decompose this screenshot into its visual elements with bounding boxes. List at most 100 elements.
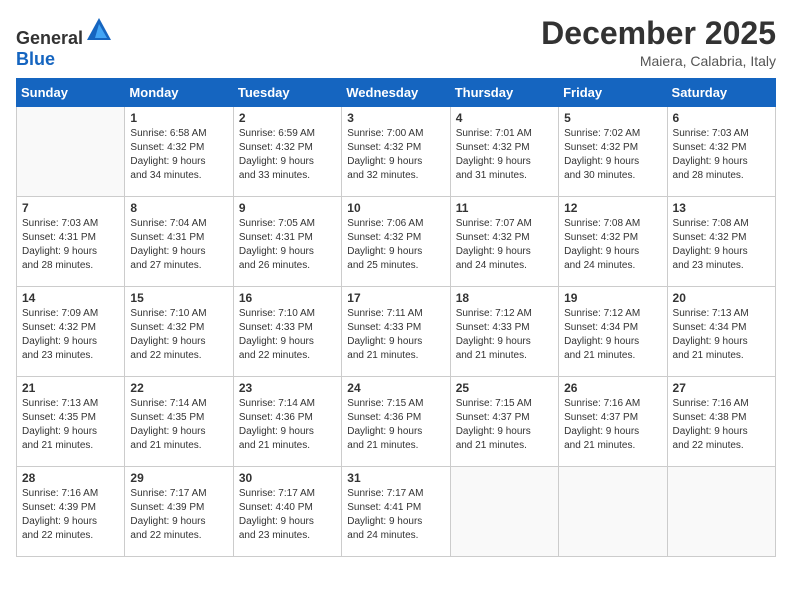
calendar-cell bbox=[450, 467, 558, 557]
calendar-cell: 16 Sunrise: 7:10 AMSunset: 4:33 PMDayligh… bbox=[233, 287, 341, 377]
day-info: Sunrise: 7:13 AMSunset: 4:35 PMDaylight:… bbox=[22, 397, 119, 453]
day-number: 29 bbox=[130, 471, 227, 485]
calendar-cell: 12Sunrise: 7:08 AMSunset: 4:32 PMDayligh… bbox=[559, 197, 667, 287]
calendar-cell: 15Sunrise: 7:10 AMSunset: 4:32 PMDayligh… bbox=[125, 287, 233, 377]
day-info: Sunrise: 7:08 AMSunset: 4:32 PMDaylight:… bbox=[673, 217, 770, 273]
day-number: 24 bbox=[347, 381, 444, 395]
day-info: Sunrise: 7:16 AMSunset: 4:38 PMDaylight:… bbox=[673, 397, 770, 453]
calendar-cell: 24 Sunrise: 7:15 AMSunset: 4:36 PMDayligh… bbox=[342, 377, 450, 467]
day-info: Sunrise: 7:12 AMSunset: 4:34 PMDaylight:… bbox=[564, 307, 661, 363]
calendar-cell: 31 Sunrise: 7:17 AMSunset: 4:41 PMDayligh… bbox=[342, 467, 450, 557]
calendar-week-5: 28 Sunrise: 7:16 AMSunset: 4:39 PMDayligh… bbox=[17, 467, 776, 557]
weekday-header-wednesday: Wednesday bbox=[342, 79, 450, 107]
day-number: 4 bbox=[456, 111, 553, 125]
day-number: 17 bbox=[347, 291, 444, 305]
calendar-cell: 23 Sunrise: 7:14 AMSunset: 4:36 PMDayligh… bbox=[233, 377, 341, 467]
calendar-cell: 18Sunrise: 7:12 AMSunset: 4:33 PMDayligh… bbox=[450, 287, 558, 377]
title-block: December 2025 Maiera, Calabria, Italy bbox=[541, 16, 776, 69]
day-info: Sunrise: 7:03 AMSunset: 4:32 PMDaylight:… bbox=[673, 127, 770, 183]
day-info: Sunrise: 7:02 AMSunset: 4:32 PMDaylight:… bbox=[564, 127, 661, 183]
day-info: Sunrise: 7:07 AMSunset: 4:32 PMDaylight:… bbox=[456, 217, 553, 273]
calendar-cell: 14Sunrise: 7:09 AMSunset: 4:32 PMDayligh… bbox=[17, 287, 125, 377]
calendar-cell: 11 Sunrise: 7:07 AMSunset: 4:32 PMDayligh… bbox=[450, 197, 558, 287]
day-info: Sunrise: 7:10 AMSunset: 4:32 PMDaylight:… bbox=[130, 307, 227, 363]
day-number: 20 bbox=[673, 291, 770, 305]
calendar-header-row: SundayMondayTuesdayWednesdayThursdayFrid… bbox=[17, 79, 776, 107]
calendar-cell: 26Sunrise: 7:16 AMSunset: 4:37 PMDayligh… bbox=[559, 377, 667, 467]
calendar-cell: 21 Sunrise: 7:13 AMSunset: 4:35 PMDayligh… bbox=[17, 377, 125, 467]
weekday-header-tuesday: Tuesday bbox=[233, 79, 341, 107]
calendar-cell: 3Sunrise: 7:00 AMSunset: 4:32 PMDaylight… bbox=[342, 107, 450, 197]
logo-blue: Blue bbox=[16, 49, 55, 69]
calendar-body: 1Sunrise: 6:58 AMSunset: 4:32 PMDaylight… bbox=[17, 107, 776, 557]
day-number: 19 bbox=[564, 291, 661, 305]
day-number: 27 bbox=[673, 381, 770, 395]
calendar-cell: 17Sunrise: 7:11 AMSunset: 4:33 PMDayligh… bbox=[342, 287, 450, 377]
calendar-cell: 13 Sunrise: 7:08 AMSunset: 4:32 PMDayligh… bbox=[667, 197, 775, 287]
day-info: Sunrise: 7:17 AMSunset: 4:41 PMDaylight:… bbox=[347, 487, 444, 543]
calendar-cell: 5 Sunrise: 7:02 AMSunset: 4:32 PMDaylight… bbox=[559, 107, 667, 197]
day-number: 3 bbox=[347, 111, 444, 125]
day-number: 28 bbox=[22, 471, 119, 485]
calendar-cell: 8Sunrise: 7:04 AMSunset: 4:31 PMDaylight… bbox=[125, 197, 233, 287]
day-info: Sunrise: 7:06 AMSunset: 4:32 PMDaylight:… bbox=[347, 217, 444, 273]
calendar-cell: 20 Sunrise: 7:13 AMSunset: 4:34 PMDayligh… bbox=[667, 287, 775, 377]
day-number: 21 bbox=[22, 381, 119, 395]
calendar-cell bbox=[667, 467, 775, 557]
day-info: Sunrise: 7:03 AMSunset: 4:31 PMDaylight:… bbox=[22, 217, 119, 273]
day-info: Sunrise: 7:10 AMSunset: 4:33 PMDaylight:… bbox=[239, 307, 336, 363]
day-number: 23 bbox=[239, 381, 336, 395]
day-info: Sunrise: 7:15 AMSunset: 4:37 PMDaylight:… bbox=[456, 397, 553, 453]
calendar-cell: 27 Sunrise: 7:16 AMSunset: 4:38 PMDayligh… bbox=[667, 377, 775, 467]
calendar-cell: 25 Sunrise: 7:15 AMSunset: 4:37 PMDayligh… bbox=[450, 377, 558, 467]
calendar-cell: 30Sunrise: 7:17 AMSunset: 4:40 PMDayligh… bbox=[233, 467, 341, 557]
day-number: 25 bbox=[456, 381, 553, 395]
day-info: Sunrise: 7:17 AMSunset: 4:40 PMDaylight:… bbox=[239, 487, 336, 543]
calendar-cell: 1Sunrise: 6:58 AMSunset: 4:32 PMDaylight… bbox=[125, 107, 233, 197]
calendar-week-2: 7Sunrise: 7:03 AMSunset: 4:31 PMDaylight… bbox=[17, 197, 776, 287]
day-number: 11 bbox=[456, 201, 553, 215]
logo-general: General bbox=[16, 28, 83, 48]
day-number: 31 bbox=[347, 471, 444, 485]
calendar-cell bbox=[559, 467, 667, 557]
day-number: 10 bbox=[347, 201, 444, 215]
day-info: Sunrise: 7:17 AMSunset: 4:39 PMDaylight:… bbox=[130, 487, 227, 543]
calendar-cell: 29 Sunrise: 7:17 AMSunset: 4:39 PMDayligh… bbox=[125, 467, 233, 557]
calendar-week-3: 14Sunrise: 7:09 AMSunset: 4:32 PMDayligh… bbox=[17, 287, 776, 377]
calendar-cell: 28 Sunrise: 7:16 AMSunset: 4:39 PMDayligh… bbox=[17, 467, 125, 557]
calendar-cell: 6 Sunrise: 7:03 AMSunset: 4:32 PMDaylight… bbox=[667, 107, 775, 197]
day-number: 9 bbox=[239, 201, 336, 215]
day-number: 16 bbox=[239, 291, 336, 305]
day-info: Sunrise: 6:58 AMSunset: 4:32 PMDaylight:… bbox=[130, 127, 227, 183]
day-number: 5 bbox=[564, 111, 661, 125]
location-title: Maiera, Calabria, Italy bbox=[541, 53, 776, 69]
day-info: Sunrise: 7:08 AMSunset: 4:32 PMDaylight:… bbox=[564, 217, 661, 273]
page-header: General Blue December 2025 Maiera, Calab… bbox=[16, 16, 776, 70]
calendar-week-1: 1Sunrise: 6:58 AMSunset: 4:32 PMDaylight… bbox=[17, 107, 776, 197]
logo: General Blue bbox=[16, 16, 113, 70]
calendar-cell: 4Sunrise: 7:01 AMSunset: 4:32 PMDaylight… bbox=[450, 107, 558, 197]
day-info: Sunrise: 7:16 AMSunset: 4:39 PMDaylight:… bbox=[22, 487, 119, 543]
calendar-cell: 10 Sunrise: 7:06 AMSunset: 4:32 PMDayligh… bbox=[342, 197, 450, 287]
day-number: 13 bbox=[673, 201, 770, 215]
calendar-week-4: 21 Sunrise: 7:13 AMSunset: 4:35 PMDayligh… bbox=[17, 377, 776, 467]
month-title: December 2025 bbox=[541, 16, 776, 51]
day-info: Sunrise: 7:13 AMSunset: 4:34 PMDaylight:… bbox=[673, 307, 770, 363]
day-info: Sunrise: 7:14 AMSunset: 4:36 PMDaylight:… bbox=[239, 397, 336, 453]
day-info: Sunrise: 7:09 AMSunset: 4:32 PMDaylight:… bbox=[22, 307, 119, 363]
day-info: Sunrise: 6:59 AMSunset: 4:32 PMDaylight:… bbox=[239, 127, 336, 183]
weekday-header-saturday: Saturday bbox=[667, 79, 775, 107]
day-info: Sunrise: 7:14 AMSunset: 4:35 PMDaylight:… bbox=[130, 397, 227, 453]
calendar-cell: 19 Sunrise: 7:12 AMSunset: 4:34 PMDayligh… bbox=[559, 287, 667, 377]
day-info: Sunrise: 7:15 AMSunset: 4:36 PMDaylight:… bbox=[347, 397, 444, 453]
calendar-table: SundayMondayTuesdayWednesdayThursdayFrid… bbox=[16, 78, 776, 557]
calendar-cell: 22Sunrise: 7:14 AMSunset: 4:35 PMDayligh… bbox=[125, 377, 233, 467]
day-info: Sunrise: 7:05 AMSunset: 4:31 PMDaylight:… bbox=[239, 217, 336, 273]
calendar-cell: 2Sunrise: 6:59 AMSunset: 4:32 PMDaylight… bbox=[233, 107, 341, 197]
weekday-header-thursday: Thursday bbox=[450, 79, 558, 107]
calendar-cell: 9 Sunrise: 7:05 AMSunset: 4:31 PMDaylight… bbox=[233, 197, 341, 287]
day-info: Sunrise: 7:12 AMSunset: 4:33 PMDaylight:… bbox=[456, 307, 553, 363]
logo-text: General Blue bbox=[16, 16, 113, 70]
calendar-cell bbox=[17, 107, 125, 197]
day-number: 6 bbox=[673, 111, 770, 125]
